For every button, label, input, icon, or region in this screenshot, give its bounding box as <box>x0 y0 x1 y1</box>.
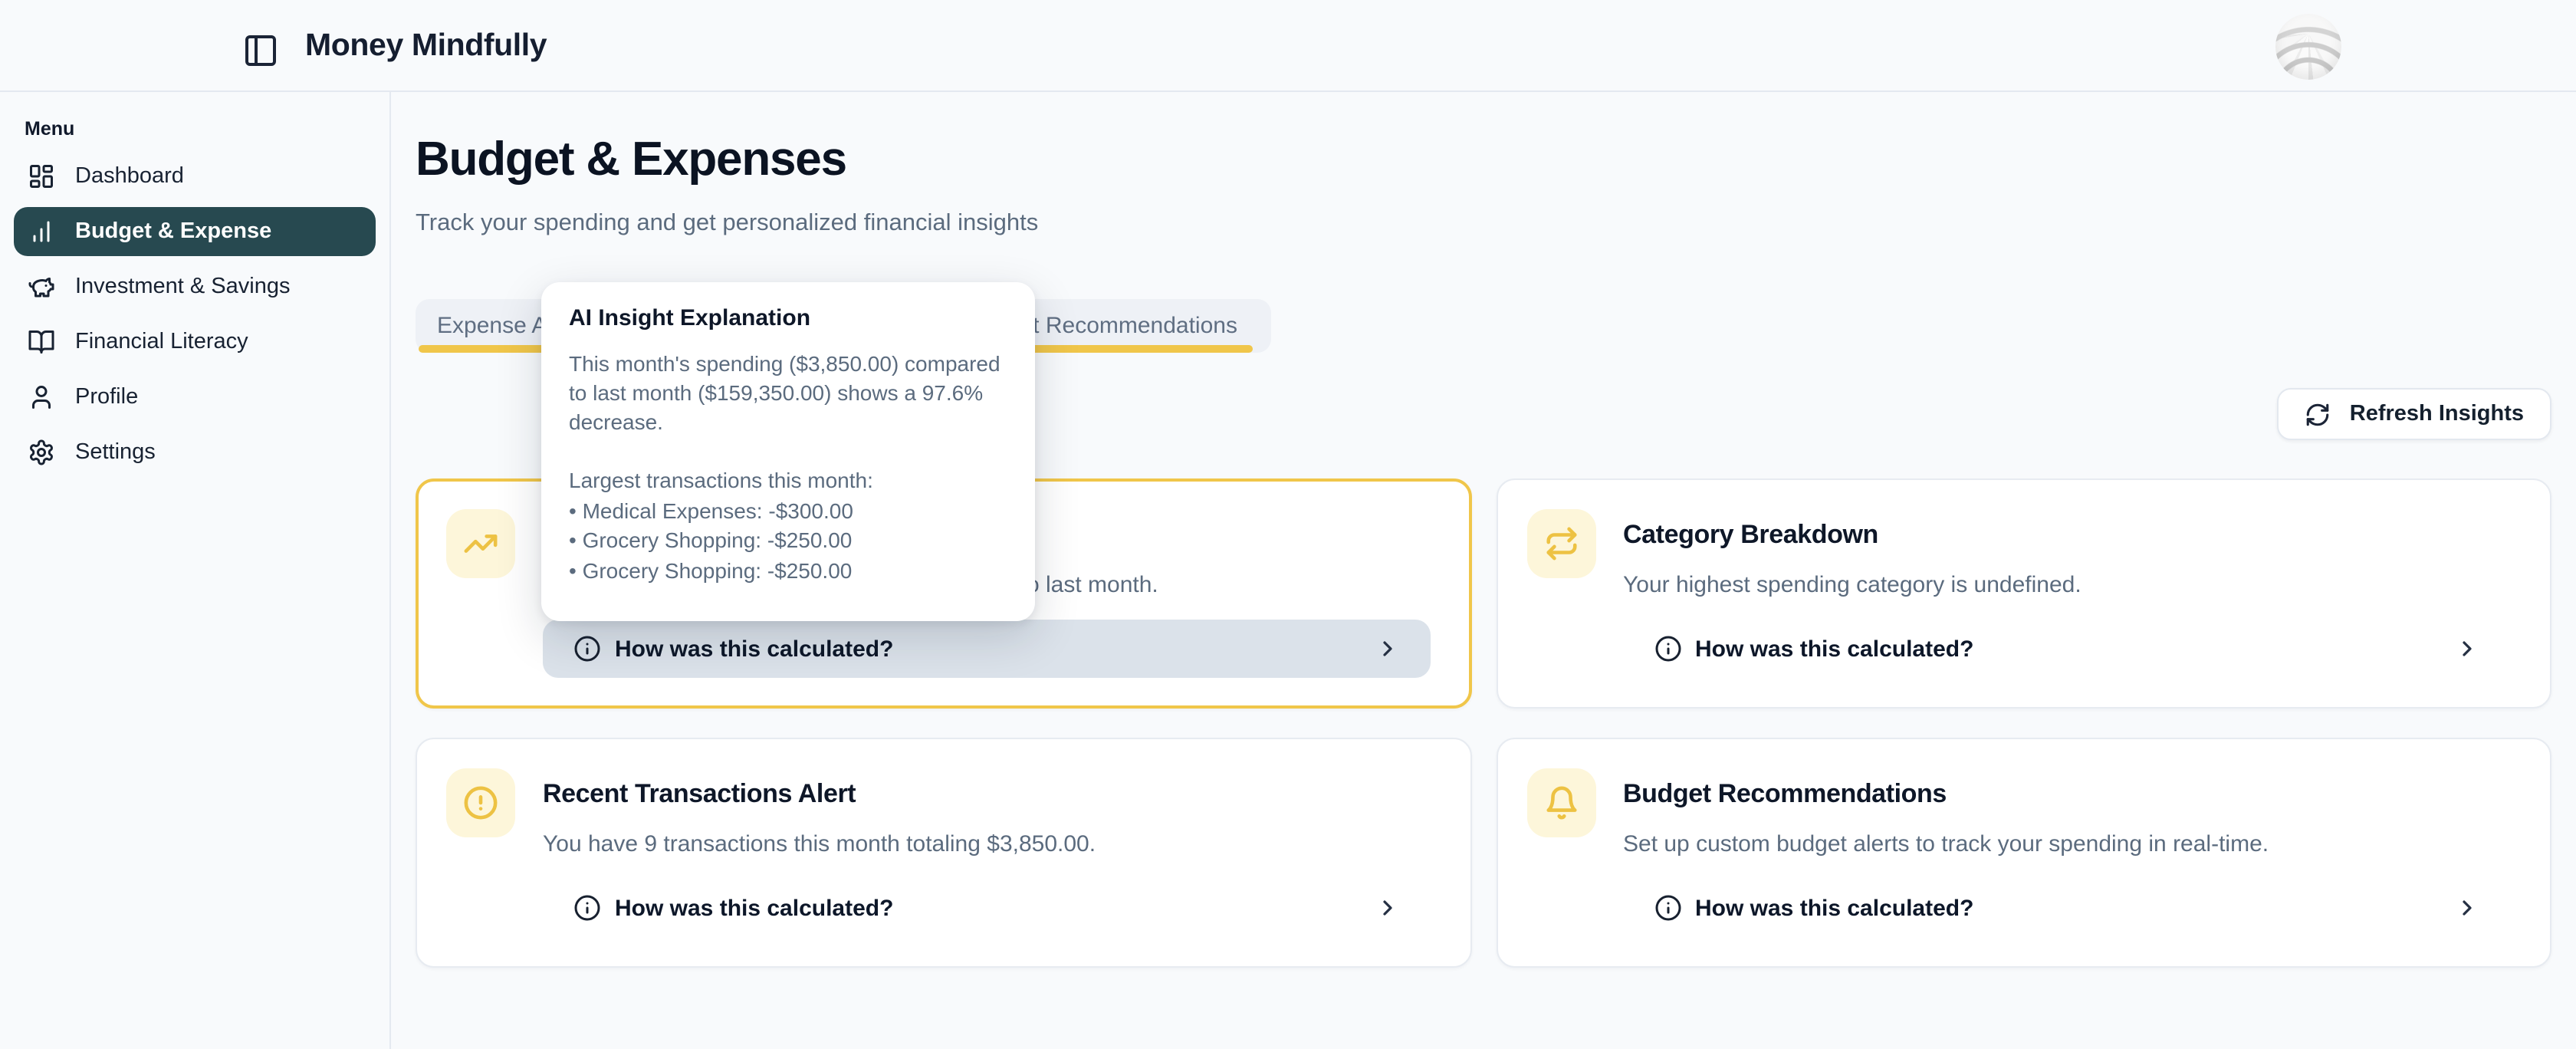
card-body: You have 9 transactions this month total… <box>543 831 1430 857</box>
how-calculated-link[interactable]: How was this calculated? <box>1623 620 2510 678</box>
trending-up-icon <box>446 509 515 578</box>
card-content: Category Breakdown Your highest spending… <box>1623 505 2510 682</box>
popover-section-heading: Largest transactions this month: <box>569 466 1007 496</box>
how-calculated-label: How was this calculated? <box>615 636 893 662</box>
sidebar-nav: Dashboard Budget & Expense Investment & … <box>0 152 389 477</box>
info-icon <box>1654 635 1681 663</box>
popover-bullet: • Grocery Shopping: -$250.00 <box>569 526 1007 556</box>
how-calculated-label: How was this calculated? <box>1695 636 1973 662</box>
card-content: Recent Transactions Alert You have 9 tra… <box>543 764 1430 942</box>
bar-chart-icon <box>28 218 55 245</box>
bell-icon <box>1526 768 1595 837</box>
sidebar-item-budget-expense[interactable]: Budget & Expense <box>14 207 376 256</box>
how-calculated-link[interactable]: How was this calculated? <box>543 620 1430 678</box>
avatar[interactable] <box>2275 14 2341 80</box>
info-icon <box>1654 894 1681 922</box>
sidebar-item-label: Financial Literacy <box>75 330 248 354</box>
popover-paragraph: This month's spending ($3,850.00) compar… <box>569 350 1007 437</box>
dashboard-icon <box>28 163 55 190</box>
sidebar-item-investment-savings[interactable]: Investment & Savings <box>14 262 376 311</box>
menu-section-label: Menu <box>25 118 389 140</box>
info-icon <box>573 635 601 663</box>
sidebar-item-settings[interactable]: Settings <box>14 428 376 477</box>
card-title: Category Breakdown <box>1623 520 2510 551</box>
book-open-icon <box>28 328 55 356</box>
app-title: Money Mindfully <box>305 28 547 64</box>
popover-bullet: • Medical Expenses: -$300.00 <box>569 496 1007 526</box>
page-subtitle: Track your spending and get personalized… <box>416 210 2551 238</box>
sidebar-item-profile[interactable]: Profile <box>14 373 376 422</box>
card-content: Budget Recommendations Set up custom bud… <box>1623 764 2510 942</box>
chevron-right-icon <box>2455 636 2479 661</box>
piggy-bank-icon <box>28 273 55 301</box>
how-calculated-label: How was this calculated? <box>615 895 893 921</box>
sidebar-item-financial-literacy[interactable]: Financial Literacy <box>14 317 376 367</box>
alert-circle-icon <box>446 768 515 837</box>
refresh-icon <box>2305 401 2331 427</box>
card-body: Your highest spending category is undefi… <box>1623 572 2510 598</box>
page-title: Budget & Expenses <box>416 130 2551 187</box>
card-title: Recent Transactions Alert <box>543 779 1430 810</box>
sidebar-item-label: Budget & Expense <box>75 219 271 244</box>
chevron-right-icon <box>1375 636 1399 661</box>
sidebar-toggle-button[interactable] <box>242 32 279 69</box>
popover-title: AI Insight Explanation <box>569 305 1007 331</box>
sidebar-item-label: Profile <box>75 385 138 409</box>
how-calculated-link[interactable]: How was this calculated? <box>1623 879 2510 937</box>
refresh-insights-label: Refresh Insights <box>2350 402 2524 426</box>
how-calculated-link[interactable]: How was this calculated? <box>543 879 1430 937</box>
top-header: Money Mindfully <box>0 0 2576 92</box>
user-icon <box>28 383 55 411</box>
chevron-right-icon <box>2455 896 2479 920</box>
card-recent-transactions-alert: Recent Transactions Alert You have 9 tra… <box>416 738 1471 968</box>
refresh-insights-button[interactable]: Refresh Insights <box>2278 388 2551 440</box>
repeat-icon <box>1526 509 1595 578</box>
sidebar-item-dashboard[interactable]: Dashboard <box>14 152 376 201</box>
sidebar: Menu Dashboard Budget & Expense Investme… <box>0 92 391 1049</box>
popover-bullet: • Grocery Shopping: -$250.00 <box>569 556 1007 586</box>
chevron-right-icon <box>1375 896 1399 920</box>
ai-insight-popover: AI Insight Explanation This month's spen… <box>541 282 1035 621</box>
sidebar-item-label: Settings <box>75 440 156 465</box>
popover-transactions: Largest transactions this month: • Medic… <box>569 466 1007 586</box>
info-icon <box>573 894 601 922</box>
sidebar-item-label: Investment & Savings <box>75 275 291 299</box>
card-budget-recommendations: Budget Recommendations Set up custom bud… <box>1496 738 2551 968</box>
card-category-breakdown: Category Breakdown Your highest spending… <box>1496 478 2551 709</box>
how-calculated-label: How was this calculated? <box>1695 895 1973 921</box>
panel-left-icon <box>242 32 279 69</box>
card-title: Budget Recommendations <box>1623 779 2510 810</box>
app-root: Money Mindfully Menu Dashboard Budget & … <box>0 0 2576 1049</box>
gear-icon <box>28 439 55 466</box>
sidebar-item-label: Dashboard <box>75 164 184 189</box>
card-body: Set up custom budget alerts to track you… <box>1623 831 2510 857</box>
